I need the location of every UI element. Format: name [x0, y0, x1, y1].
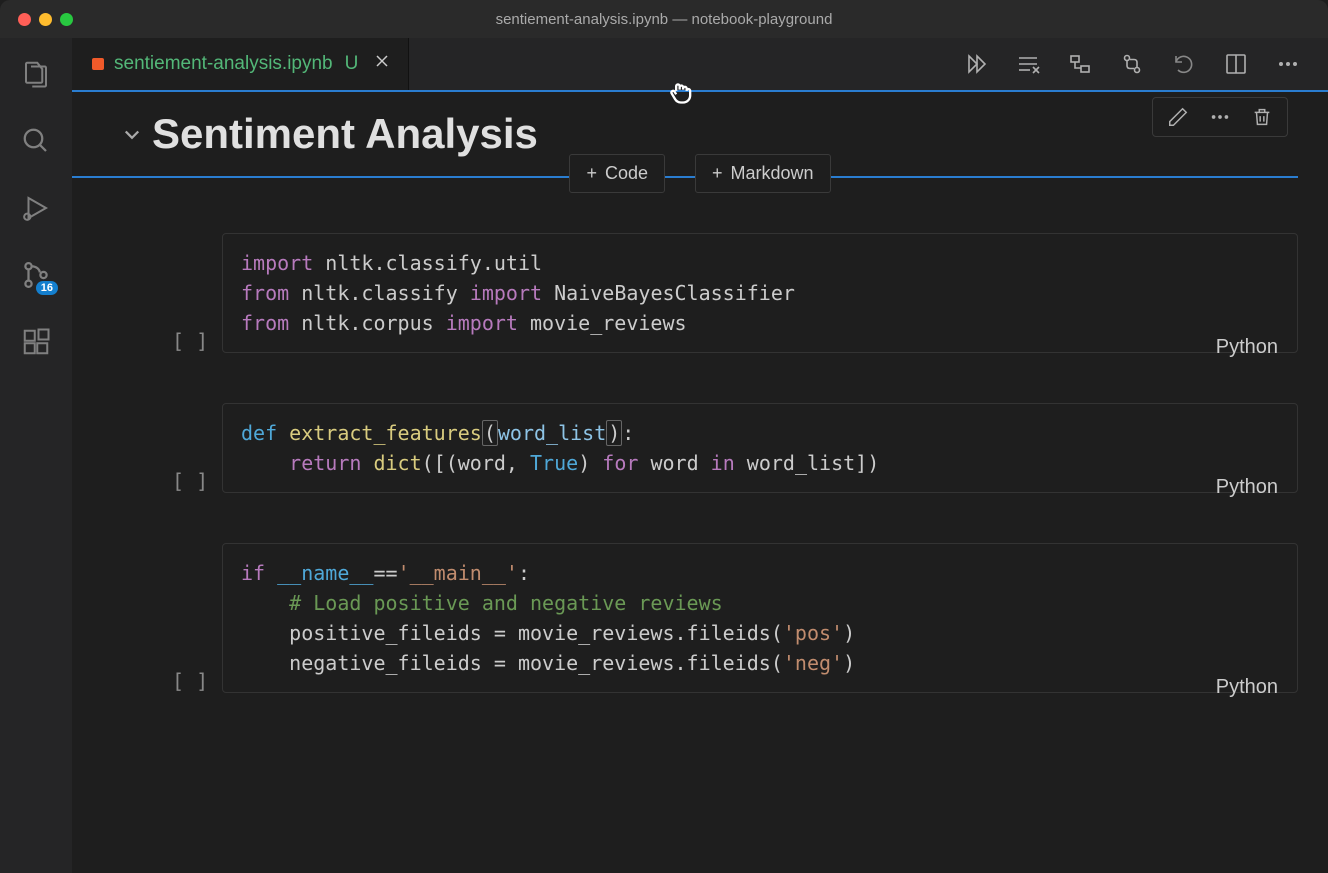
code-cell[interactable]: import nltk.classify.utilfrom nltk.class…: [122, 233, 1298, 353]
window-minimize-button[interactable]: [39, 13, 52, 26]
window-titlebar: sentiement-analysis.ipynb — notebook-pla…: [0, 0, 1328, 38]
delete-cell-icon[interactable]: [1251, 106, 1273, 128]
run-debug-icon[interactable]: [20, 192, 52, 224]
window-title: sentiement-analysis.ipynb — notebook-pla…: [496, 11, 833, 28]
extensions-icon[interactable]: [20, 326, 52, 358]
undo-icon[interactable]: [1172, 52, 1196, 76]
tab-close-icon[interactable]: [374, 53, 390, 75]
execution-count: [ ]: [172, 329, 208, 353]
tab-bar: sentiement-analysis.ipynb U: [72, 38, 1328, 90]
more-actions-icon[interactable]: [1276, 52, 1300, 76]
window-close-button[interactable]: [18, 13, 31, 26]
edit-cell-icon[interactable]: [1167, 106, 1189, 128]
execution-count: [ ]: [172, 469, 208, 493]
split-editor-icon[interactable]: [1224, 52, 1248, 76]
notebook-content: Sentiment Analysis +Code +Markdown impor…: [72, 90, 1328, 873]
variables-icon[interactable]: [1068, 52, 1092, 76]
tab-status: U: [345, 53, 359, 75]
notebook-file-icon: [90, 56, 106, 72]
collapse-section-icon[interactable]: [122, 124, 142, 144]
cell-language[interactable]: Python: [1216, 676, 1278, 699]
tab-file[interactable]: sentiement-analysis.ipynb U: [72, 38, 409, 90]
insert-code-button[interactable]: +Code: [569, 154, 665, 193]
search-icon[interactable]: [20, 125, 52, 157]
cell-language[interactable]: Python: [1216, 336, 1278, 359]
explorer-icon[interactable]: [20, 58, 52, 90]
window-zoom-button[interactable]: [60, 13, 73, 26]
execution-count: [ ]: [172, 669, 208, 693]
insert-markdown-button[interactable]: +Markdown: [695, 154, 831, 193]
code-content[interactable]: import nltk.classify.utilfrom nltk.class…: [222, 233, 1298, 353]
clear-outputs-icon[interactable]: [1016, 52, 1040, 76]
restart-kernel-icon[interactable]: [1120, 52, 1144, 76]
cell-toolbar: [1152, 97, 1288, 137]
code-content[interactable]: if __name__=='__main__': # Load positive…: [222, 543, 1298, 693]
tab-filename: sentiement-analysis.ipynb: [114, 53, 333, 75]
cell-language[interactable]: Python: [1216, 476, 1278, 499]
cell-more-icon[interactable]: [1209, 106, 1231, 128]
code-content[interactable]: def extract_features(word_list): return …: [222, 403, 1298, 493]
notebook-title: Sentiment Analysis: [152, 110, 538, 158]
code-cell[interactable]: if __name__=='__main__': # Load positive…: [122, 543, 1298, 693]
code-cell[interactable]: def extract_features(word_list): return …: [122, 403, 1298, 493]
source-control-icon[interactable]: 16: [20, 259, 52, 291]
scm-badge: 16: [36, 281, 58, 295]
run-all-icon[interactable]: [964, 52, 988, 76]
activity-bar: 16: [0, 38, 72, 873]
